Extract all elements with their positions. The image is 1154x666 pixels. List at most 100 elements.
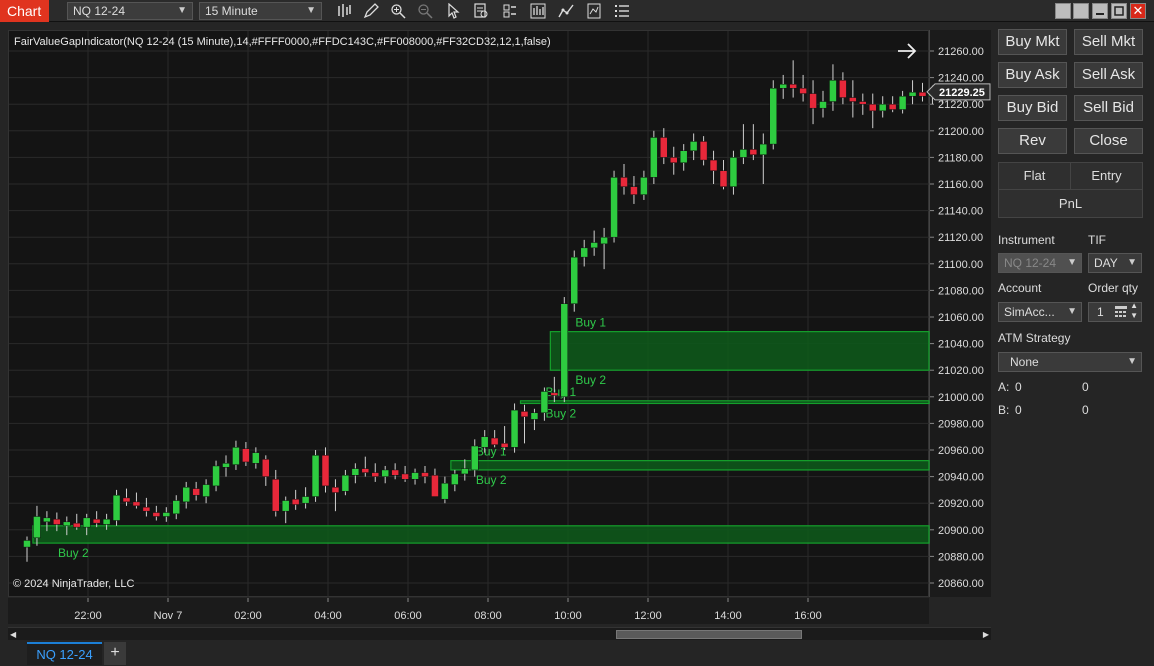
calculator-icon[interactable]	[1115, 305, 1127, 324]
candle-body	[779, 84, 787, 89]
candle-body	[232, 447, 240, 465]
chevron-down-icon: ▼	[1127, 356, 1137, 367]
candle-body	[311, 455, 320, 497]
minimize-button[interactable]	[1092, 3, 1108, 19]
time-tick-label: 02:00	[234, 610, 262, 622]
candle-body	[192, 488, 200, 496]
candle-body	[411, 472, 419, 480]
candle-body	[759, 143, 768, 155]
scroll-left-icon[interactable]: ◀	[10, 630, 18, 639]
candle-body	[689, 141, 698, 152]
sell-mkt-button[interactable]: Sell Mkt	[1074, 29, 1143, 55]
time-tick-label: 14:00	[714, 610, 742, 622]
candle-body	[451, 473, 459, 485]
sell-bid-button[interactable]: Sell Bid	[1074, 95, 1143, 121]
tif-label: TIF	[1088, 233, 1106, 247]
fvg-zone-label: Buy 2	[58, 546, 89, 560]
tif-select-value: DAY	[1094, 256, 1118, 270]
candle-body	[819, 101, 827, 109]
b-label: B:	[998, 403, 1010, 417]
scroll-thumb[interactable]	[616, 630, 802, 639]
candle-body	[33, 516, 41, 539]
price-tick-label: 20880.00	[938, 551, 984, 563]
candle-body	[132, 501, 141, 507]
candle-body	[898, 95, 907, 110]
candle-body	[490, 437, 499, 445]
buy-mkt-button[interactable]: Buy Mkt	[998, 29, 1067, 55]
candle-body	[600, 236, 608, 245]
reverse-button[interactable]: Rev	[998, 128, 1067, 154]
price-tick-label: 21100.00	[938, 259, 983, 271]
fvg-zone-label: Buy 2	[476, 473, 507, 487]
candle-body	[73, 522, 81, 528]
candle-body	[650, 137, 658, 178]
candle-body	[849, 97, 857, 102]
bottom-tab-bar: NQ 12-24 +	[0, 641, 1154, 666]
entry-price-cell: Entry	[1070, 162, 1143, 190]
a-value-1: 0	[1015, 380, 1022, 394]
arrow-right-icon[interactable]	[896, 42, 918, 60]
candle-body	[699, 141, 708, 161]
candle-body	[321, 455, 330, 487]
add-tab-button[interactable]: +	[104, 642, 126, 665]
buy-ask-button[interactable]: Buy Ask	[998, 62, 1067, 88]
order-qty-value: 1	[1097, 305, 1104, 319]
candle-body	[222, 463, 230, 468]
chevron-down-icon: ▼	[1067, 306, 1077, 317]
price-tick-label: 20900.00	[938, 525, 984, 537]
candle-body	[242, 448, 250, 463]
atm-strategy-select[interactable]: None ▼	[998, 352, 1142, 372]
candle-body	[351, 468, 360, 476]
candle-body	[540, 391, 549, 414]
candle-body	[709, 159, 718, 171]
sell-ask-button[interactable]: Sell Ask	[1074, 62, 1143, 88]
close-position-button[interactable]: Close	[1074, 128, 1143, 154]
stepper-arrows-icon[interactable]: ▲ ▼	[1130, 301, 1138, 321]
candle-body	[769, 87, 777, 145]
price-tick-label: 21060.00	[938, 312, 984, 324]
candle-body	[560, 303, 569, 398]
candle-body	[431, 475, 439, 497]
tif-select[interactable]: DAY ▼	[1088, 253, 1142, 273]
fvg-zone	[549, 331, 930, 371]
time-tick-label: 04:00	[314, 610, 342, 622]
fvg-zone	[519, 400, 930, 405]
chart-scrollbar[interactable]: ◀ ▶	[8, 627, 991, 640]
price-tick-label: 21020.00	[938, 365, 984, 377]
fvg-zone	[32, 525, 930, 544]
instrument-label: Instrument	[998, 233, 1055, 247]
pnl-cell: PnL	[998, 189, 1143, 218]
price-tick-label: 21160.00	[938, 179, 983, 191]
price-tick-label: 21260.00	[938, 46, 984, 58]
account-label: Account	[998, 281, 1042, 295]
time-tick-label: 12:00	[634, 610, 662, 622]
candle-body	[182, 486, 190, 503]
candle-body	[43, 517, 51, 523]
candle-body	[53, 518, 61, 525]
maximize-button[interactable]	[1111, 3, 1127, 19]
buy-bid-button[interactable]: Buy Bid	[998, 95, 1067, 121]
candle-body	[888, 103, 897, 110]
price-tick-label: 20960.00	[938, 445, 984, 457]
time-tick-label: 16:00	[794, 610, 822, 622]
candlestick-chart[interactable]: 21260.00 21240.00 21220.00 21200.00 21180.00…	[0, 0, 1000, 630]
scroll-right-icon[interactable]: ▶	[981, 630, 989, 639]
order-qty-input[interactable]: 1 ▲ ▼	[1088, 301, 1142, 324]
close-button[interactable]: ✕	[1130, 3, 1146, 19]
fvg-zone-label: Buy 2	[546, 406, 577, 420]
window-palette-button[interactable]	[1055, 3, 1071, 19]
a-label: A:	[998, 380, 1010, 394]
account-select[interactable]: SimAcc... ▼	[998, 302, 1082, 322]
candle-body	[82, 517, 91, 528]
candle-body	[291, 498, 300, 505]
time-tick-label: 08:00	[474, 610, 502, 622]
candle-body	[590, 242, 598, 249]
instrument-select[interactable]: NQ 12-24 ▼	[998, 253, 1082, 273]
candle-body	[301, 496, 310, 504]
candle-body	[679, 150, 688, 163]
window-snap-button[interactable]	[1073, 3, 1089, 19]
candle-body	[172, 500, 180, 515]
candle-body	[859, 101, 867, 105]
time-tick-label: 22:00	[74, 610, 102, 622]
tab-nq-12-24[interactable]: NQ 12-24	[27, 642, 102, 665]
